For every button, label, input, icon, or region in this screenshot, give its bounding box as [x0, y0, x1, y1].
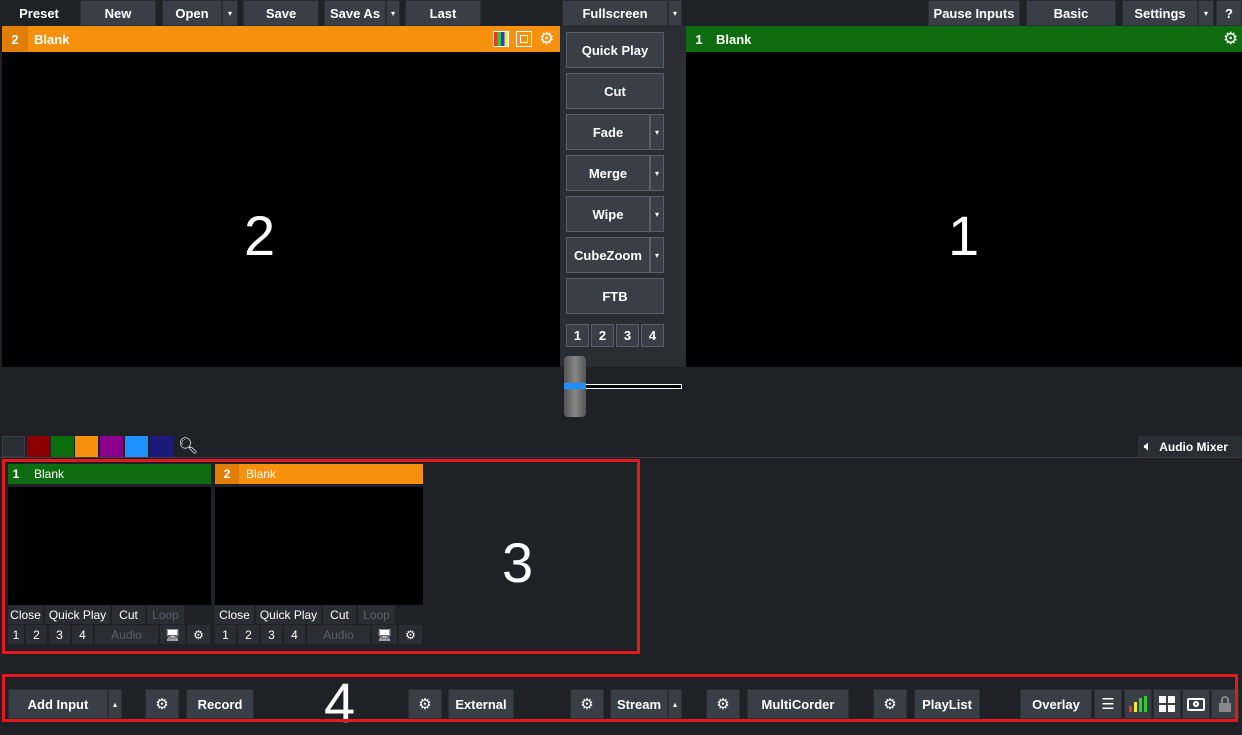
cubezoom-button[interactable]: CubeZoom — [566, 237, 650, 273]
filter-green-swatch[interactable] — [51, 436, 74, 457]
fullscreen-dropdown-arrow[interactable]: ▾ — [668, 0, 682, 26]
transition-2-button[interactable]: 2 — [591, 324, 614, 347]
wipe-dropdown-arrow[interactable]: ▾ — [650, 196, 664, 232]
cubezoom-dropdown-arrow[interactable]: ▾ — [650, 237, 664, 273]
transition-3-button[interactable]: 3 — [616, 324, 639, 347]
crop-icon[interactable] — [516, 31, 532, 47]
output-title: Blank — [716, 31, 752, 47]
fade-button[interactable]: Fade — [566, 114, 650, 150]
settings-button[interactable]: Settings — [1122, 0, 1198, 26]
merge-dropdown-arrow[interactable]: ▾ — [650, 155, 664, 191]
merge-button[interactable]: Merge — [566, 155, 650, 191]
gear-icon[interactable]: ⚙ — [1223, 29, 1238, 49]
save-as-button[interactable]: Save As — [324, 0, 386, 26]
transition-1-button[interactable]: 1 — [566, 324, 589, 347]
cut-button[interactable]: Cut — [566, 73, 664, 109]
output-number: 1 — [695, 31, 703, 47]
settings-dropdown-arrow[interactable]: ▾ — [1198, 0, 1214, 26]
filter-purple-swatch[interactable] — [100, 436, 123, 457]
filter-blue-swatch[interactable] — [125, 436, 148, 457]
annotation-output: 1 — [948, 204, 980, 267]
save-button[interactable]: Save — [243, 0, 319, 26]
preview-header: 2 Blank — [2, 26, 560, 52]
speaker-icon: 🔈︎ — [1144, 439, 1152, 453]
filter-navy-swatch[interactable] — [150, 436, 173, 457]
basic-button[interactable]: Basic — [1026, 0, 1116, 26]
quick-play-button[interactable]: Quick Play — [566, 32, 664, 68]
preview-number: 2 — [2, 26, 28, 52]
preview-screen — [2, 52, 560, 367]
annotation-preview: 2 — [244, 204, 276, 267]
search-icon[interactable]: 🔍︎ — [178, 436, 198, 456]
preview-title: Blank — [34, 31, 70, 47]
wipe-button[interactable]: Wipe — [566, 196, 650, 232]
pause-inputs-button[interactable]: Pause Inputs — [928, 0, 1020, 26]
audio-mixer-button[interactable]: 🔈︎ Audio Mixer — [1138, 436, 1242, 457]
gear-icon[interactable]: ⚙ — [539, 29, 554, 49]
filter-orange-swatch[interactable] — [75, 436, 98, 457]
filter-all-swatch[interactable] — [2, 436, 25, 457]
bottom-highlight-box — [2, 674, 1238, 722]
preset-button[interactable]: Preset — [0, 0, 78, 26]
ftb-button[interactable]: FTB — [566, 278, 664, 314]
save-as-dropdown-arrow[interactable]: ▾ — [386, 0, 400, 26]
last-button[interactable]: Last — [405, 0, 481, 26]
help-button[interactable]: ? — [1216, 0, 1242, 26]
top-toolbar: Preset New Open ▾ Save Save As ▾ Last Fu… — [0, 0, 1242, 26]
open-dropdown-arrow[interactable]: ▾ — [222, 0, 238, 26]
t-bar-handle[interactable] — [564, 356, 586, 417]
fade-dropdown-arrow[interactable]: ▾ — [650, 114, 664, 150]
open-button[interactable]: Open — [162, 0, 222, 26]
inputs-highlight-box — [2, 459, 640, 654]
fullscreen-button[interactable]: Fullscreen — [562, 0, 668, 26]
colour-bars-icon[interactable] — [493, 31, 509, 47]
audio-mixer-label: Audio Mixer — [1159, 439, 1228, 454]
filter-red-swatch[interactable] — [27, 436, 50, 457]
transition-4-button[interactable]: 4 — [641, 324, 664, 347]
output-header: 1 Blank — [686, 26, 1242, 52]
new-button[interactable]: New — [80, 0, 156, 26]
